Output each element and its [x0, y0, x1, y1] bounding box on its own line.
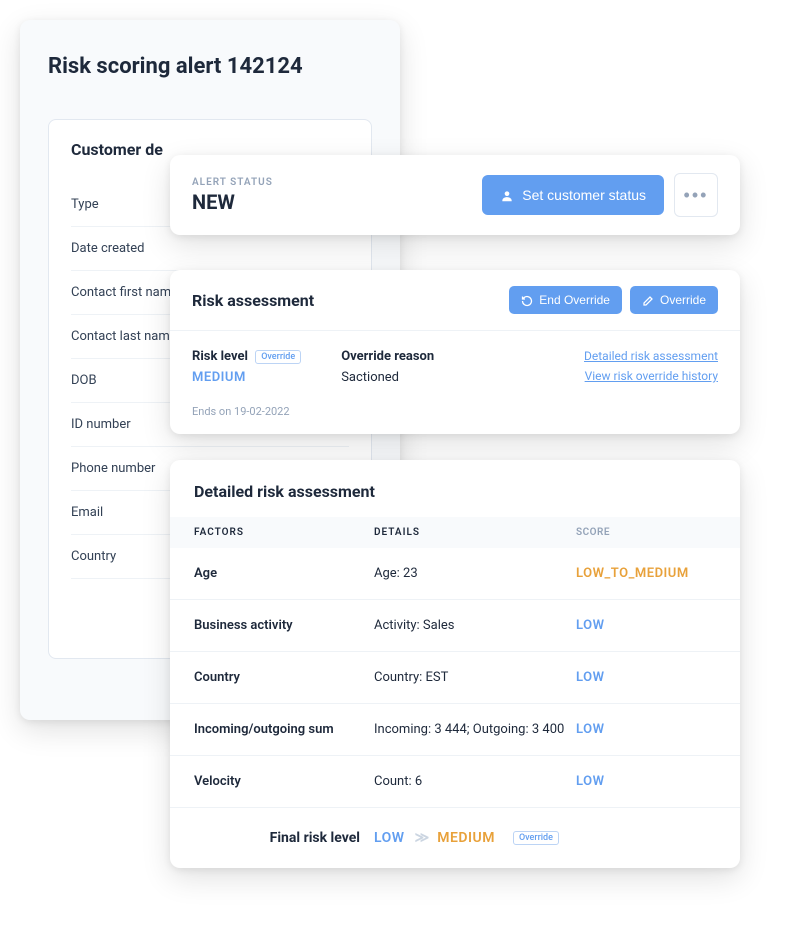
- factor-cell: Age: [194, 566, 374, 581]
- score-cell: LOW: [576, 618, 716, 633]
- score-cell: LOW: [576, 774, 716, 789]
- col-factors-header: FACTORS: [194, 527, 374, 538]
- details-cell: Incoming: 3 444; Outgoing: 3 400: [374, 722, 576, 737]
- risk-body: Risk level Override MEDIUM Override reas…: [170, 331, 740, 395]
- factor-cell: Velocity: [194, 774, 374, 789]
- score-cell: LOW: [576, 670, 716, 685]
- status-info: ALERT STATUS NEW: [192, 177, 273, 214]
- risk-level-value: MEDIUM: [192, 370, 301, 385]
- end-override-button[interactable]: End Override: [509, 286, 622, 314]
- override-history-link[interactable]: View risk override history: [584, 369, 718, 383]
- override-button[interactable]: Override: [630, 286, 718, 314]
- table-row: AgeAge: 23LOW_TO_MEDIUM: [170, 548, 740, 600]
- details-cell: Country: EST: [374, 670, 576, 685]
- risk-end-note: Ends on 19-02-2022: [170, 395, 740, 434]
- override-reason-col: Override reason Sactioned: [341, 349, 434, 389]
- user-icon: [500, 187, 514, 203]
- edit-icon: [642, 293, 654, 307]
- score-cell: LOW_TO_MEDIUM: [576, 566, 716, 581]
- set-status-label: Set customer status: [522, 187, 646, 203]
- page-title: Risk scoring alert 142124: [48, 54, 372, 79]
- status-actions: Set customer status •••: [482, 173, 718, 217]
- table-header: FACTORS DETAILS SCORE: [170, 517, 740, 548]
- detailed-risk-title: Detailed risk assessment: [170, 460, 740, 517]
- final-risk-label: Final risk level: [194, 830, 360, 846]
- override-label: Override: [660, 293, 706, 307]
- details-cell: Count: 6: [374, 774, 576, 789]
- arrow-icon: ≫: [415, 830, 428, 846]
- score-cell: LOW: [576, 722, 716, 737]
- override-reason-label: Override reason: [341, 349, 434, 364]
- risk-title: Risk assessment: [192, 291, 314, 310]
- col-score-header: SCORE: [576, 527, 716, 538]
- override-badge: Override: [255, 350, 301, 364]
- risk-header: Risk assessment End Override Override: [170, 270, 740, 331]
- table-row: Business activityActivity: SalesLOW: [170, 600, 740, 652]
- set-customer-status-button[interactable]: Set customer status: [482, 175, 664, 215]
- details-cell: Activity: Sales: [374, 618, 576, 633]
- final-risk-row: Final risk level LOW ≫ MEDIUM Override: [170, 808, 740, 868]
- factor-cell: Business activity: [194, 618, 374, 633]
- table-row: CountryCountry: ESTLOW: [170, 652, 740, 704]
- factor-cell: Country: [194, 670, 374, 685]
- status-label: ALERT STATUS: [192, 177, 273, 188]
- table-row: Incoming/outgoing sumIncoming: 3 444; Ou…: [170, 704, 740, 756]
- risk-links: Detailed risk assessment View risk overr…: [584, 349, 718, 389]
- status-value: NEW: [192, 190, 273, 214]
- factor-cell: Incoming/outgoing sum: [194, 722, 374, 737]
- final-risk-value: LOW ≫ MEDIUM: [374, 830, 495, 846]
- alert-status-card: ALERT STATUS NEW Set customer status •••: [170, 155, 740, 235]
- detailed-risk-card: Detailed risk assessment FACTORS DETAILS…: [170, 460, 740, 868]
- risk-assessment-card: Risk assessment End Override Override Ri…: [170, 270, 740, 434]
- risk-level-col: Risk level Override MEDIUM: [192, 349, 301, 389]
- details-cell: Age: 23: [374, 566, 576, 581]
- final-override-badge: Override: [513, 831, 559, 845]
- detailed-risk-link[interactable]: Detailed risk assessment: [584, 349, 718, 363]
- final-to: MEDIUM: [437, 830, 495, 846]
- more-actions-button[interactable]: •••: [674, 173, 718, 217]
- ellipsis-icon: •••: [684, 185, 709, 206]
- undo-icon: [521, 293, 533, 307]
- final-from: LOW: [374, 830, 405, 846]
- table-row: VelocityCount: 6LOW: [170, 756, 740, 808]
- end-override-label: End Override: [539, 293, 610, 307]
- detailed-risk-table: FACTORS DETAILS SCORE AgeAge: 23LOW_TO_M…: [170, 517, 740, 868]
- col-details-header: DETAILS: [374, 527, 576, 538]
- risk-level-label: Risk level: [192, 349, 248, 364]
- risk-level-label-row: Risk level Override: [192, 349, 301, 364]
- override-reason-value: Sactioned: [341, 370, 434, 385]
- risk-header-actions: End Override Override: [509, 286, 718, 314]
